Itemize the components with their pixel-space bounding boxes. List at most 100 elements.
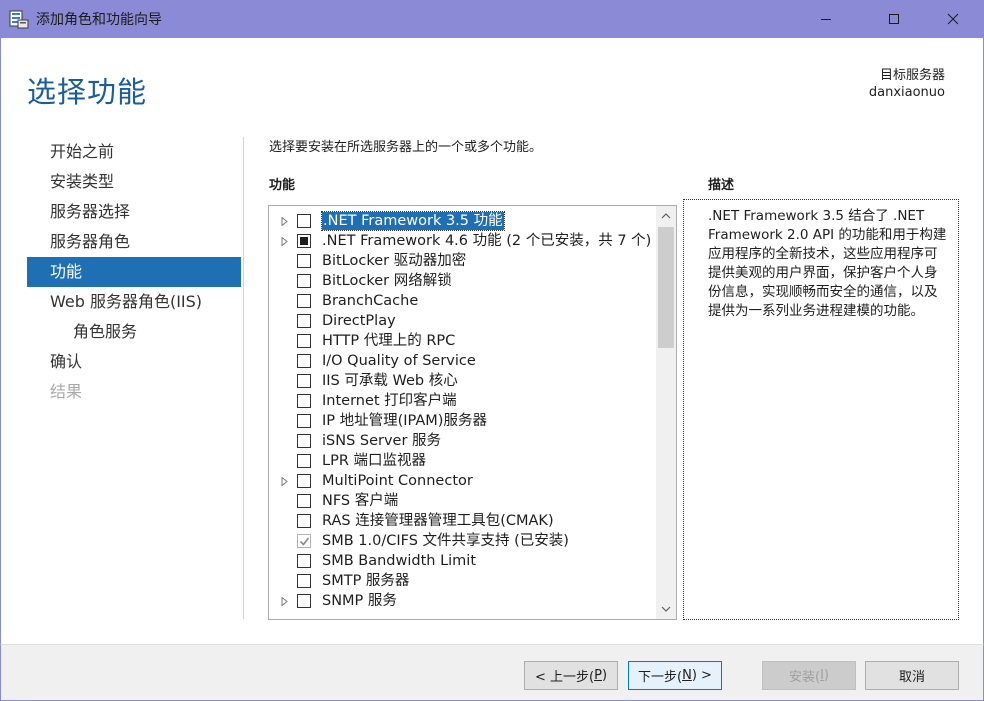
window-title: 添加角色和功能向导	[36, 12, 162, 28]
feature-row[interactable]: iSNS Server 服务	[269, 431, 654, 451]
feature-label[interactable]: HTTP 代理上的 RPC	[322, 332, 455, 350]
page-title: 选择功能	[27, 75, 148, 109]
previous-button[interactable]: < 上一步(P)	[524, 661, 618, 690]
nav-item-before-you-begin[interactable]: 开始之前	[27, 137, 241, 167]
scroll-up-button[interactable]	[656, 206, 676, 226]
nav-divider	[243, 137, 244, 619]
feature-checkbox[interactable]	[297, 274, 311, 288]
close-icon	[947, 13, 959, 25]
feature-row[interactable]: I/O Quality of Service	[269, 351, 654, 371]
minimize-button[interactable]	[803, 0, 849, 38]
nav-item-results: 结果	[50, 382, 83, 401]
destination-server-name: danxiaonuo	[868, 85, 945, 100]
destination-server-label: 目标服务器	[879, 68, 945, 83]
nav-item-role-services[interactable]: 角色服务	[27, 317, 241, 347]
feature-label[interactable]: LPR 端口监视器	[322, 452, 426, 470]
nav-item-web-server-role[interactable]: Web 服务器角色(IIS)	[27, 287, 241, 317]
feature-checkbox[interactable]	[297, 454, 311, 468]
next-button[interactable]: 下一步(N) >	[628, 661, 722, 690]
feature-checkbox[interactable]	[297, 254, 311, 268]
destination-server: 目标服务器 danxiaonuo	[869, 67, 945, 101]
feature-label[interactable]: DirectPlay	[322, 312, 396, 330]
feature-label[interactable]: iSNS Server 服务	[322, 432, 441, 450]
feature-label[interactable]: SMB 1.0/CIFS 文件共享支持 (已安装)	[322, 532, 569, 550]
feature-row[interactable]: BranchCache	[269, 291, 654, 311]
feature-checkbox	[297, 534, 311, 548]
feature-label[interactable]: BitLocker 驱动器加密	[322, 252, 466, 270]
feature-label[interactable]: SMTP 服务器	[322, 572, 409, 590]
feature-list-scrollbar[interactable]	[656, 206, 676, 619]
feature-label[interactable]: SNMP 服务	[322, 592, 397, 610]
expand-arrow-icon[interactable]	[278, 215, 290, 227]
feature-row[interactable]: IP 地址管理(IPAM)服务器	[269, 411, 654, 431]
feature-checkbox[interactable]	[297, 394, 311, 408]
nav-item-confirmation[interactable]: 确认	[27, 347, 241, 377]
feature-label[interactable]: IIS 可承载 Web 核心	[322, 372, 458, 390]
feature-row[interactable]: IIS 可承载 Web 核心	[269, 371, 654, 391]
feature-checkbox[interactable]	[297, 414, 311, 428]
feature-row[interactable]: SNMP 服务	[269, 591, 654, 611]
description-text: .NET Framework 3.5 结合了 .NET Framework 2.…	[708, 208, 947, 319]
title-bar: 添加角色和功能向导	[0, 0, 984, 38]
feature-row[interactable]: Internet 打印客户端	[269, 391, 654, 411]
nav-item-server-selection[interactable]: 服务器选择	[27, 197, 241, 227]
feature-label[interactable]: MultiPoint Connector	[322, 472, 473, 490]
feature-row[interactable]: NFS 客户端	[269, 491, 654, 511]
feature-label[interactable]: I/O Quality of Service	[322, 352, 476, 370]
feature-label[interactable]: .NET Framework 3.5 功能	[321, 211, 505, 231]
feature-label[interactable]: BranchCache	[322, 292, 418, 310]
wizard-body: 选择功能 目标服务器 danxiaonuo 开始之前 安装类型 服务器选择 服务…	[0, 38, 984, 644]
feature-label[interactable]: RAS 连接管理器管理工具包(CMAK)	[322, 512, 554, 530]
expand-arrow-icon[interactable]	[278, 235, 290, 247]
feature-checkbox[interactable]	[297, 294, 311, 308]
feature-label[interactable]: .NET Framework 4.6 功能 (2 个已安装，共 7 个)	[322, 232, 651, 250]
maximize-button[interactable]	[871, 0, 917, 38]
scroll-thumb[interactable]	[658, 227, 674, 348]
expand-arrow-icon[interactable]	[278, 595, 290, 607]
feature-label[interactable]: NFS 客户端	[322, 492, 398, 510]
feature-row[interactable]: LPR 端口监视器	[269, 451, 654, 471]
feature-row[interactable]: BitLocker 驱动器加密	[269, 251, 654, 271]
feature-label[interactable]: SMB Bandwidth Limit	[322, 552, 476, 570]
feature-checkbox[interactable]	[297, 354, 311, 368]
feature-label[interactable]: Internet 打印客户端	[322, 392, 457, 410]
feature-checkbox[interactable]	[297, 574, 311, 588]
feature-checkbox[interactable]	[297, 434, 311, 448]
close-button[interactable]	[930, 0, 976, 38]
wizard-footer: < 上一步(P) 下一步(N) > 安装(I) 取消	[0, 644, 984, 701]
feature-row[interactable]: SMTP 服务器	[269, 571, 654, 591]
feature-tree[interactable]: .NET Framework 3.5 功能 .NET Framework 4.6 …	[268, 205, 677, 620]
wizard-nav: 开始之前 安装类型 服务器选择 服务器角色 功能 Web 服务器角色(IIS) …	[27, 137, 241, 407]
cancel-button[interactable]: 取消	[865, 661, 959, 690]
feature-checkbox[interactable]	[297, 334, 311, 348]
feature-row[interactable]: .NET Framework 3.5 功能	[269, 211, 654, 231]
feature-checkbox[interactable]	[297, 494, 311, 508]
feature-row[interactable]: HTTP 代理上的 RPC	[269, 331, 654, 351]
feature-checkbox[interactable]	[297, 314, 311, 328]
feature-checkbox[interactable]	[297, 234, 311, 248]
server-manager-icon	[9, 9, 29, 29]
nav-item-server-roles[interactable]: 服务器角色	[27, 227, 241, 257]
feature-row[interactable]: SMB 1.0/CIFS 文件共享支持 (已安装)	[269, 531, 654, 551]
feature-checkbox[interactable]	[297, 214, 311, 228]
feature-row[interactable]: SMB Bandwidth Limit	[269, 551, 654, 571]
feature-checkbox[interactable]	[297, 374, 311, 388]
feature-row[interactable]: .NET Framework 4.6 功能 (2 个已安装，共 7 个)	[269, 231, 654, 251]
feature-row[interactable]: DirectPlay	[269, 311, 654, 331]
nav-item-installation-type[interactable]: 安装类型	[27, 167, 241, 197]
feature-label[interactable]: BitLocker 网络解锁	[322, 272, 452, 290]
feature-checkbox[interactable]	[297, 554, 311, 568]
chevron-down-icon	[661, 606, 671, 612]
nav-item-features[interactable]: 功能	[27, 257, 241, 287]
feature-row[interactable]: RAS 连接管理器管理工具包(CMAK)	[269, 511, 654, 531]
feature-row[interactable]: BitLocker 网络解锁	[269, 271, 654, 291]
expand-arrow-icon[interactable]	[278, 475, 290, 487]
feature-checkbox[interactable]	[297, 594, 311, 608]
description-heading: 描述	[708, 178, 735, 193]
feature-label[interactable]: IP 地址管理(IPAM)服务器	[322, 412, 487, 430]
description-panel: .NET Framework 3.5 结合了 .NET Framework 2.…	[683, 199, 959, 620]
feature-row[interactable]: MultiPoint Connector	[269, 471, 654, 491]
feature-checkbox[interactable]	[297, 514, 311, 528]
feature-checkbox[interactable]	[297, 474, 311, 488]
scroll-down-button[interactable]	[656, 599, 676, 619]
